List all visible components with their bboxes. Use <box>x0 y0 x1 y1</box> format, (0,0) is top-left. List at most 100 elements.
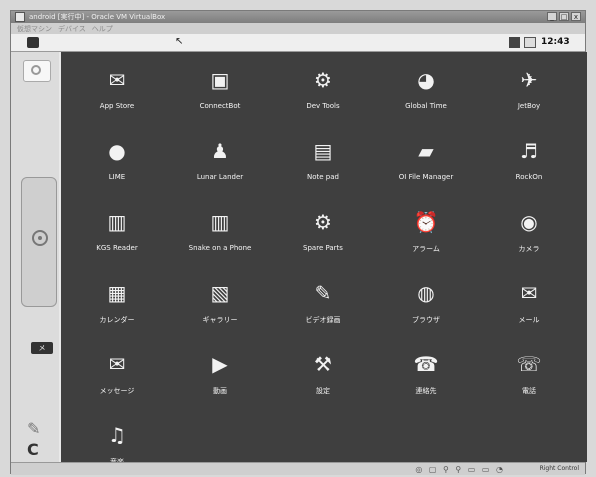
app-label: App Store <box>99 102 135 110</box>
signal-icon <box>509 37 520 48</box>
app-label: カメラ <box>518 245 540 253</box>
virtualbox-app-icon <box>15 12 25 22</box>
app-label: ConnectBot <box>199 102 241 110</box>
side-badge: メ <box>31 342 53 354</box>
music-player-icon: ♬ <box>520 139 538 163</box>
app-tile[interactable]: ⚙ Spare Parts <box>271 200 375 262</box>
virtualbox-window: android [実行中] - Oracle VM VirtualBox _ □… <box>10 10 587 475</box>
app-tile[interactable]: ◍ ブラウザ <box>374 271 478 333</box>
partial-icon: ✎ <box>27 419 41 438</box>
menu-devices[interactable]: デバイス <box>58 24 86 34</box>
app-label: ギャラリー <box>202 316 238 324</box>
partial-icon: C <box>27 440 39 459</box>
app-tile[interactable]: ⏰ アラーム <box>374 200 478 262</box>
app-label: Global Time <box>405 102 447 110</box>
app-label: Spare Parts <box>303 244 343 252</box>
notification-icon <box>27 37 39 48</box>
document-reader-icon: ▥ <box>107 210 127 234</box>
app-tile[interactable]: ▣ ConnectBot <box>168 58 272 120</box>
host-device-icons[interactable]: ◎ ▢ ⚲ ⚲ ▭ ▭ ◔ <box>415 465 505 474</box>
gear-icon: ⚙ <box>314 210 332 234</box>
app-tile[interactable]: ◉ カメラ <box>477 200 581 262</box>
browser-globe-icon: ◍ <box>417 281 435 305</box>
side-widget[interactable] <box>21 177 57 307</box>
app-tile[interactable]: ✉ メール <box>477 271 581 333</box>
app-label: Dev Tools <box>306 102 340 110</box>
app-label: JetBoy <box>517 102 541 110</box>
app-label: LIME <box>108 173 126 181</box>
video-play-icon: ▶ <box>212 352 228 376</box>
android-status-bar[interactable]: ↖ 12:43 <box>11 34 585 52</box>
host-key-label: Right Control <box>539 465 579 472</box>
folder-icon: ▰ <box>418 139 434 163</box>
battery-icon <box>524 37 536 48</box>
contacts-icon: ☎ <box>413 352 439 376</box>
radio-dot-icon <box>32 230 48 246</box>
app-tile[interactable]: ✎ ビデオ録画 <box>271 271 375 333</box>
app-label: Note pad <box>307 173 339 181</box>
app-label: アラーム <box>412 245 440 253</box>
app-tile[interactable]: ▥ KGS Reader <box>65 200 169 262</box>
app-label: RockOn <box>515 173 543 181</box>
lunar-lander-icon: ♟ <box>211 139 229 163</box>
alarm-clock-icon: ⏰ <box>413 210 439 234</box>
app-tile[interactable]: ⚒ 設定 <box>271 342 375 404</box>
app-tile[interactable]: ☏ 電話 <box>477 342 581 404</box>
app-label: 連絡先 <box>415 387 437 395</box>
app-tile[interactable]: ● LIME <box>65 129 169 191</box>
shopping-bag-icon: ✉ <box>108 68 126 92</box>
home-screen-edge: メ ✎ C <box>11 52 59 462</box>
app-label: メッセージ <box>99 387 135 395</box>
status-clock: 12:43 <box>541 37 570 47</box>
menu-help[interactable]: ヘルプ <box>92 24 113 34</box>
app-label: 動画 <box>213 387 227 395</box>
search-icon <box>31 65 41 75</box>
app-tile[interactable]: ▰ OI File Manager <box>374 129 478 191</box>
phone-icon: ☏ <box>516 352 542 376</box>
video-camera-icon: ✎ <box>314 281 332 305</box>
app-tile[interactable]: ▶ 動画 <box>168 342 272 404</box>
app-tile[interactable]: ✉ App Store <box>65 58 169 120</box>
globe-clock-icon: ◕ <box>417 68 435 92</box>
menu-bar: 仮想マシン デバイス ヘルプ <box>11 23 585 34</box>
music-icon: ♫ <box>108 423 126 447</box>
app-tile[interactable]: ▥ Snake on a Phone <box>168 200 272 262</box>
notepad-icon: ▤ <box>313 139 333 163</box>
gear-icon: ⚙ <box>314 68 332 92</box>
spaceship-icon: ✈ <box>520 68 538 92</box>
app-tile[interactable]: ▤ Note pad <box>271 129 375 191</box>
app-label: ビデオ録画 <box>305 316 341 324</box>
calendar-icon: ▦ <box>107 281 127 305</box>
window-controls: _ □ x <box>547 12 581 21</box>
app-label: Lunar Lander <box>196 173 244 181</box>
settings-sliders-icon: ⚒ <box>314 352 332 376</box>
app-tile[interactable]: ◕ Global Time <box>374 58 478 120</box>
gallery-icon: ▧ <box>210 281 230 305</box>
app-tile[interactable]: ♬ RockOn <box>477 129 581 191</box>
minimize-button[interactable]: _ <box>547 12 557 21</box>
camera-icon: ◉ <box>520 210 538 234</box>
close-button[interactable]: x <box>571 12 581 21</box>
app-label: KGS Reader <box>96 244 138 252</box>
app-label: Snake on a Phone <box>188 244 252 252</box>
app-tile[interactable]: ▦ カレンダー <box>65 271 169 333</box>
app-tile[interactable]: ▧ ギャラリー <box>168 271 272 333</box>
search-widget[interactable] <box>23 60 51 82</box>
app-tile[interactable]: ♟ Lunar Lander <box>168 129 272 191</box>
maximize-button[interactable]: □ <box>559 12 569 21</box>
mouse-cursor-icon: ↖ <box>175 36 184 47</box>
app-tile[interactable]: ✈ JetBoy <box>477 58 581 120</box>
speech-bubble-icon: ● <box>108 139 126 163</box>
window-title: android [実行中] - Oracle VM VirtualBox <box>29 13 166 21</box>
menu-machine[interactable]: 仮想マシン <box>17 24 52 34</box>
window-titlebar[interactable]: android [実行中] - Oracle VM VirtualBox _ □… <box>11 11 585 23</box>
app-label: 電話 <box>522 387 536 395</box>
app-drawer: ✉ App Store ▣ ConnectBot ⚙ Dev Tools ◕ Global T… <box>61 52 587 466</box>
terminal-icon: ▣ <box>210 68 230 92</box>
app-tile[interactable]: ☎ 連絡先 <box>374 342 478 404</box>
app-label: 設定 <box>316 387 330 395</box>
app-tile[interactable]: ⚙ Dev Tools <box>271 58 375 120</box>
mail-icon: ✉ <box>520 281 538 305</box>
app-tile[interactable]: ✉ メッセージ <box>65 342 169 404</box>
app-label: OI File Manager <box>398 173 454 181</box>
